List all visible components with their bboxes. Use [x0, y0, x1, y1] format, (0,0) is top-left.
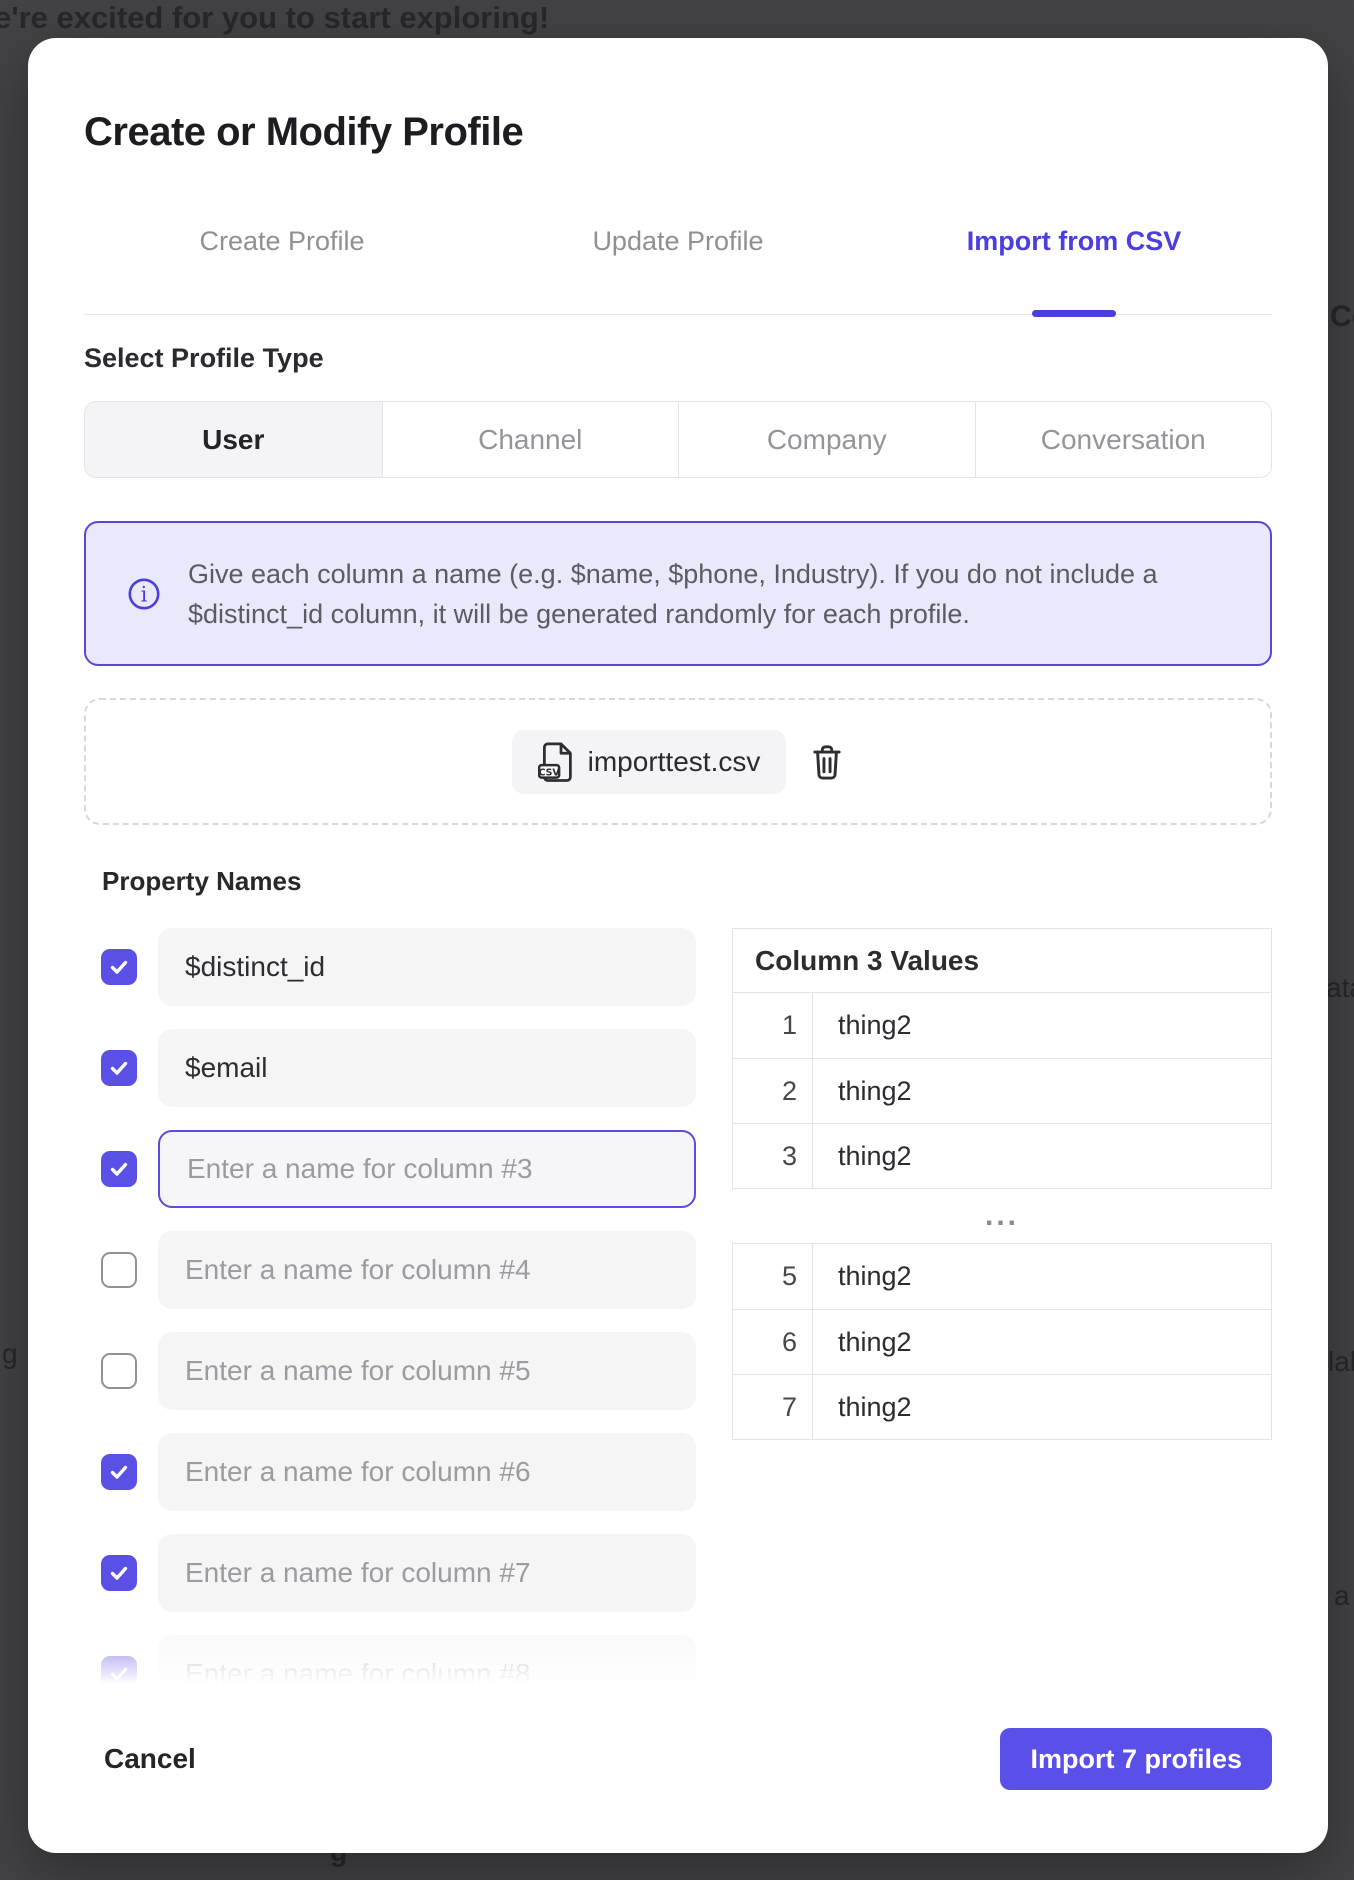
row-number: 7	[733, 1375, 813, 1439]
background-text-fragment: ata	[1326, 972, 1354, 1004]
select-profile-type-label: Select Profile Type	[84, 341, 1272, 375]
delete-file-button[interactable]	[810, 744, 844, 780]
property-checkbox[interactable]	[101, 1252, 137, 1288]
row-value: thing2	[813, 1124, 1271, 1188]
active-tab-underline	[1032, 310, 1116, 317]
background-text-fragment: a	[1334, 1580, 1350, 1612]
modal-tabs: Create Profile Update Profile Import fro…	[84, 221, 1272, 315]
property-checkbox[interactable]	[101, 1050, 137, 1086]
preview-table-top: Column 3 Values 1 thing2 2 thing2 3 thin…	[732, 928, 1272, 1189]
check-icon	[107, 1460, 131, 1484]
preview-table-bottom: 5 thing2 6 thing2 7 thing2	[732, 1243, 1272, 1440]
property-name-input[interactable]	[158, 1332, 696, 1410]
tab-label: Update Profile	[592, 226, 763, 257]
property-rows-list	[84, 928, 732, 1698]
column-values-preview: Column 3 Values 1 thing2 2 thing2 3 thin…	[732, 928, 1272, 1698]
csv-dropzone[interactable]: CSV importtest.csv	[84, 698, 1272, 825]
property-name-input[interactable]	[158, 1534, 696, 1612]
property-name-input[interactable]	[158, 1433, 696, 1511]
row-number: 3	[733, 1124, 813, 1188]
tab-label: Create Profile	[199, 226, 364, 257]
row-value: thing2	[813, 1059, 1271, 1123]
preview-table-row: 2 thing2	[733, 1058, 1271, 1123]
property-row	[84, 1029, 732, 1107]
check-icon	[107, 955, 131, 979]
cancel-button[interactable]: Cancel	[104, 1743, 196, 1775]
background-text-fragment: Co	[1330, 300, 1354, 334]
check-icon	[107, 1662, 131, 1686]
csv-file-icon: CSV	[538, 742, 574, 782]
row-number: 6	[733, 1310, 813, 1374]
preview-table-row: 1 thing2	[733, 993, 1271, 1058]
property-checkbox[interactable]	[101, 1555, 137, 1591]
property-checkbox[interactable]	[101, 949, 137, 985]
property-name-input[interactable]	[158, 1130, 696, 1208]
property-checkbox[interactable]	[101, 1454, 137, 1490]
background-text-fragment: lab	[1328, 1346, 1354, 1378]
profile-type-channel[interactable]: Channel	[382, 402, 679, 477]
property-row	[84, 1231, 732, 1309]
check-icon	[107, 1056, 131, 1080]
check-icon	[107, 1157, 131, 1181]
modal-footer: Cancel Import 7 profiles	[84, 1728, 1272, 1790]
background-text-fragment: e're excited for you to start exploring!	[0, 0, 549, 36]
profile-type-segmented-control: UserChannelCompanyConversation	[84, 401, 1272, 478]
uploaded-file-chip[interactable]: CSV importtest.csv	[512, 730, 787, 794]
check-icon	[107, 1561, 131, 1585]
create-or-modify-profile-modal: Create or Modify Profile Create Profile …	[28, 38, 1328, 1853]
row-value: thing2	[813, 1375, 1271, 1439]
svg-text:i: i	[141, 582, 148, 606]
property-row	[84, 1332, 732, 1410]
property-names-label: Property Names	[102, 865, 1272, 897]
preview-table-row: 6 thing2	[733, 1309, 1271, 1374]
property-name-input[interactable]	[158, 1029, 696, 1107]
profile-type-conversation[interactable]: Conversation	[975, 402, 1272, 477]
mapping-area: Column 3 Values 1 thing2 2 thing2 3 thin…	[84, 928, 1272, 1698]
property-name-input[interactable]	[158, 928, 696, 1006]
property-row	[84, 1635, 732, 1698]
tab-import-from-csv[interactable]: Import from CSV	[876, 221, 1272, 261]
property-row	[84, 1130, 732, 1208]
preview-table-row: 7 thing2	[733, 1374, 1271, 1439]
profile-type-user[interactable]: User	[85, 402, 382, 477]
tab-update-profile[interactable]: Update Profile	[480, 221, 876, 261]
tab-create-profile[interactable]: Create Profile	[84, 221, 480, 261]
import-profiles-button[interactable]: Import 7 profiles	[1000, 1728, 1272, 1790]
info-icon: i	[126, 576, 162, 612]
info-text: Give each column a name (e.g. $name, $ph…	[188, 554, 1198, 634]
property-checkbox[interactable]	[101, 1151, 137, 1187]
property-row	[84, 1534, 732, 1612]
info-banner: i Give each column a name (e.g. $name, $…	[84, 521, 1272, 666]
row-number: 2	[733, 1059, 813, 1123]
preview-table-row: 3 thing2	[733, 1123, 1271, 1188]
preview-table-row: 5 thing2	[733, 1244, 1271, 1309]
modal-title: Create or Modify Profile	[84, 110, 1272, 155]
property-checkbox[interactable]	[101, 1353, 137, 1389]
preview-table-header: Column 3 Values	[733, 929, 1271, 993]
svg-text:CSV: CSV	[538, 767, 560, 778]
row-value: thing2	[813, 1310, 1271, 1374]
row-number: 5	[733, 1244, 813, 1309]
profile-type-company[interactable]: Company	[678, 402, 975, 477]
row-value: thing2	[813, 993, 1271, 1058]
background-text-fragment: g	[2, 1338, 18, 1370]
property-row	[84, 1433, 732, 1511]
property-name-input[interactable]	[158, 1635, 696, 1698]
row-value: thing2	[813, 1244, 1271, 1309]
property-row	[84, 928, 732, 1006]
row-number: 1	[733, 993, 813, 1058]
property-name-input[interactable]	[158, 1231, 696, 1309]
preview-ellipsis: ...	[732, 1189, 1272, 1243]
property-checkbox[interactable]	[101, 1656, 137, 1692]
uploaded-file-name: importtest.csv	[588, 746, 761, 778]
tab-label: Import from CSV	[967, 226, 1182, 257]
